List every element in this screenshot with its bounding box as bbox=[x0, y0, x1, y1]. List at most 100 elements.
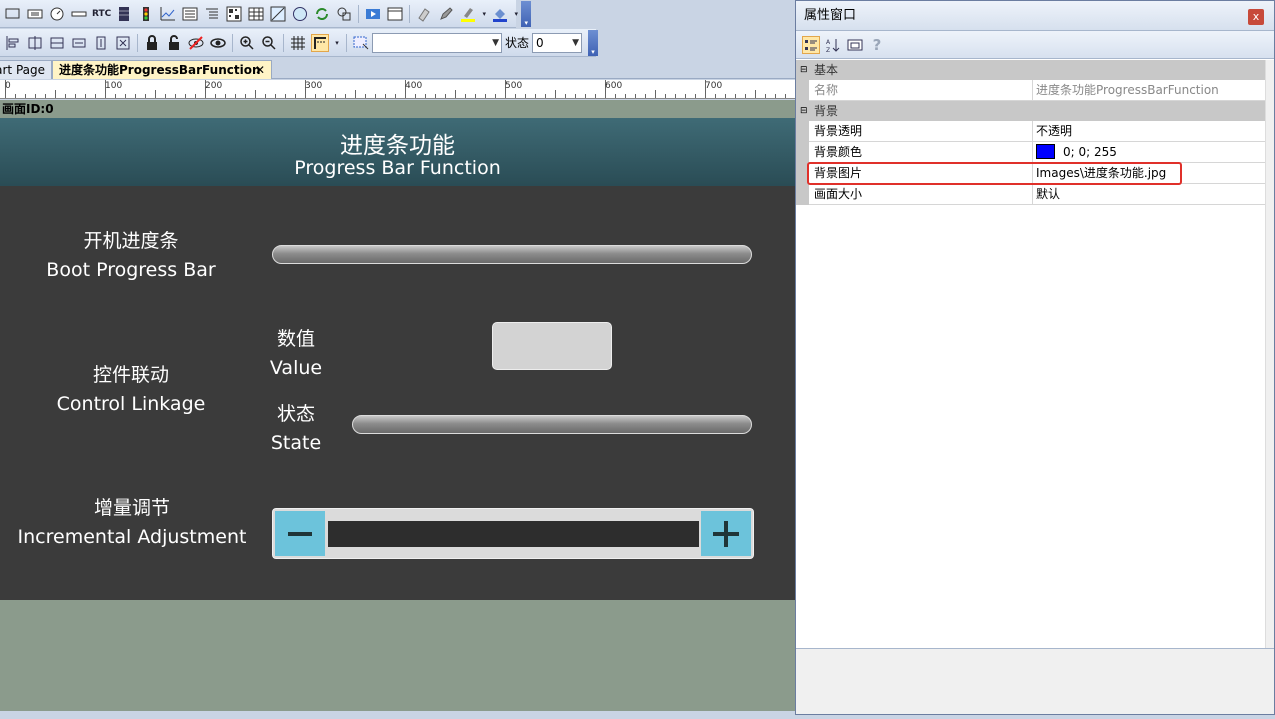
zoom-in-icon[interactable] bbox=[238, 34, 256, 52]
increment-button[interactable] bbox=[701, 511, 751, 556]
button-tool-icon[interactable] bbox=[26, 5, 44, 23]
trend-chart-tool-icon[interactable] bbox=[159, 5, 177, 23]
tab-start-page-label: art Page bbox=[0, 63, 45, 77]
category-background[interactable]: ⊟ 背景 bbox=[796, 101, 1266, 121]
toolbar-options-icon[interactable]: ▾ bbox=[588, 29, 599, 56]
ruler-tick bbox=[475, 94, 476, 98]
design-canvas[interactable]: 画面ID:0 进度条功能 Progress Bar Function 开机进度条… bbox=[0, 100, 795, 711]
collapse-icon[interactable]: ⊟ bbox=[800, 60, 810, 80]
chevron-down-icon[interactable]: ▾ bbox=[333, 34, 341, 52]
align-left-icon[interactable] bbox=[4, 34, 22, 52]
snap-to-grid-icon[interactable] bbox=[311, 33, 329, 52]
chevron-down-icon[interactable]: ▾ bbox=[513, 5, 519, 23]
categorized-view-icon[interactable] bbox=[802, 35, 820, 54]
list-tool-icon[interactable] bbox=[181, 5, 199, 23]
screen-select[interactable]: ▼ bbox=[372, 32, 502, 53]
decrement-button[interactable] bbox=[275, 511, 325, 556]
page-title-cn: 进度条功能 bbox=[340, 133, 455, 159]
rtc-tool-icon[interactable]: RTC bbox=[92, 5, 111, 23]
value-input[interactable] bbox=[492, 322, 612, 370]
hide-icon[interactable] bbox=[187, 34, 205, 52]
close-icon[interactable]: ✕ bbox=[255, 61, 265, 79]
state-progress-bar[interactable] bbox=[352, 415, 752, 434]
ruler-label: 200 bbox=[205, 81, 223, 91]
vertical-scrollbar[interactable] bbox=[1265, 60, 1274, 650]
eraser-tool-icon[interactable] bbox=[415, 5, 433, 23]
align-right-icon[interactable] bbox=[48, 34, 66, 52]
alphabetical-sort-icon[interactable]: AZ bbox=[824, 36, 842, 54]
property-row-name[interactable]: 名称 进度条功能ProgressBarFunction bbox=[796, 80, 1266, 101]
ruler-tick bbox=[385, 94, 386, 98]
lock-icon[interactable] bbox=[143, 34, 161, 52]
unlock-icon[interactable] bbox=[165, 34, 183, 52]
meter-tool-icon[interactable] bbox=[48, 5, 66, 23]
same-width-icon[interactable] bbox=[70, 34, 88, 52]
document-tabs: art Page 进度条功能ProgressBarFunction ✕ bbox=[0, 58, 795, 79]
same-size-icon[interactable] bbox=[114, 34, 132, 52]
property-row-bg-color[interactable]: 背景颜色 0; 0; 255 bbox=[796, 142, 1266, 163]
close-button[interactable]: x bbox=[1248, 9, 1264, 25]
highlight-box bbox=[807, 162, 1182, 185]
ruler-tick bbox=[365, 94, 366, 98]
state-label-cn: 状态 bbox=[276, 403, 315, 425]
collapse-icon[interactable]: ⊟ bbox=[800, 101, 810, 121]
align-center-icon[interactable] bbox=[26, 34, 44, 52]
incremental-progress-track[interactable] bbox=[328, 521, 699, 547]
grid-icon[interactable] bbox=[289, 34, 307, 52]
tab-start-page[interactable]: art Page bbox=[0, 60, 52, 79]
highlighter-color-icon[interactable] bbox=[459, 5, 477, 23]
screen-size-value[interactable]: 默认 bbox=[1036, 184, 1262, 205]
color-swatch[interactable] bbox=[1036, 144, 1055, 159]
property-row-bg-transparent[interactable]: 背景透明 不透明 bbox=[796, 121, 1266, 142]
hmi-screen[interactable]: 进度条功能 Progress Bar Function 开机进度条 Boot P… bbox=[0, 118, 795, 600]
ruler-tick bbox=[465, 94, 466, 98]
state-label: 状态 State bbox=[246, 399, 346, 454]
pen-tool-icon[interactable] bbox=[437, 5, 455, 23]
ruler-tick bbox=[785, 94, 786, 98]
table-tool-icon[interactable] bbox=[247, 5, 265, 23]
rectangle-tool-icon[interactable] bbox=[4, 5, 22, 23]
tab-progress-bar-function[interactable]: 进度条功能ProgressBarFunction ✕ bbox=[52, 60, 272, 79]
circle-tool-icon[interactable] bbox=[291, 5, 309, 23]
row-gutter bbox=[796, 184, 809, 205]
boot-progress-bar[interactable] bbox=[272, 245, 752, 264]
control-linkage-label: 控件联动 Control Linkage bbox=[20, 360, 242, 415]
value-label-cn: 数值 bbox=[276, 328, 315, 350]
same-height-icon[interactable] bbox=[92, 34, 110, 52]
traffic-light-tool-icon[interactable] bbox=[137, 5, 155, 23]
property-window-title: 属性窗口 bbox=[804, 8, 857, 23]
ruler-tick bbox=[685, 94, 686, 98]
property-pages-icon[interactable] bbox=[846, 36, 864, 54]
xy-plot-tool-icon[interactable] bbox=[269, 5, 287, 23]
show-icon[interactable] bbox=[209, 34, 227, 52]
toolbar-separator bbox=[137, 33, 138, 52]
video-tool-icon[interactable] bbox=[364, 5, 382, 23]
ruler-tick bbox=[335, 94, 336, 98]
toolbar-options-icon[interactable]: ▾ bbox=[521, 0, 532, 27]
shape-tool-icon[interactable] bbox=[335, 5, 353, 23]
refresh-tool-icon[interactable] bbox=[313, 5, 331, 23]
ruler-tick bbox=[125, 94, 126, 98]
ruler-tick bbox=[765, 94, 766, 98]
zoom-out-icon[interactable] bbox=[260, 34, 278, 52]
incremental-label-cn: 增量调节 bbox=[93, 497, 170, 519]
chevron-down-icon[interactable]: ▾ bbox=[481, 5, 487, 23]
state-select[interactable]: 0 ▼ bbox=[532, 32, 583, 53]
window-tool-icon[interactable] bbox=[386, 5, 404, 23]
bg-color-value-cell[interactable]: 0; 0; 255 bbox=[1036, 142, 1262, 163]
control-linkage-label-en: Control Linkage bbox=[56, 393, 206, 415]
fill-color-icon[interactable] bbox=[491, 5, 509, 23]
qr-code-tool-icon[interactable] bbox=[225, 5, 243, 23]
ruler-tick bbox=[525, 94, 526, 98]
alarm-list-tool-icon[interactable] bbox=[203, 5, 221, 23]
category-basic[interactable]: ⊟ 基本 bbox=[796, 60, 1266, 80]
bar-graph-tool-icon[interactable] bbox=[115, 5, 133, 23]
bg-transparent-value[interactable]: 不透明 bbox=[1036, 121, 1262, 142]
select-region-icon[interactable] bbox=[352, 34, 370, 52]
property-row-screen-size[interactable]: 画面大小 默认 bbox=[796, 184, 1266, 205]
category-background-label: 背景 bbox=[814, 104, 839, 118]
ruler-tick bbox=[235, 94, 236, 98]
value-label-en: Value bbox=[269, 357, 323, 379]
pipe-tool-icon[interactable] bbox=[70, 5, 88, 23]
help-icon[interactable]: ? bbox=[868, 36, 886, 54]
